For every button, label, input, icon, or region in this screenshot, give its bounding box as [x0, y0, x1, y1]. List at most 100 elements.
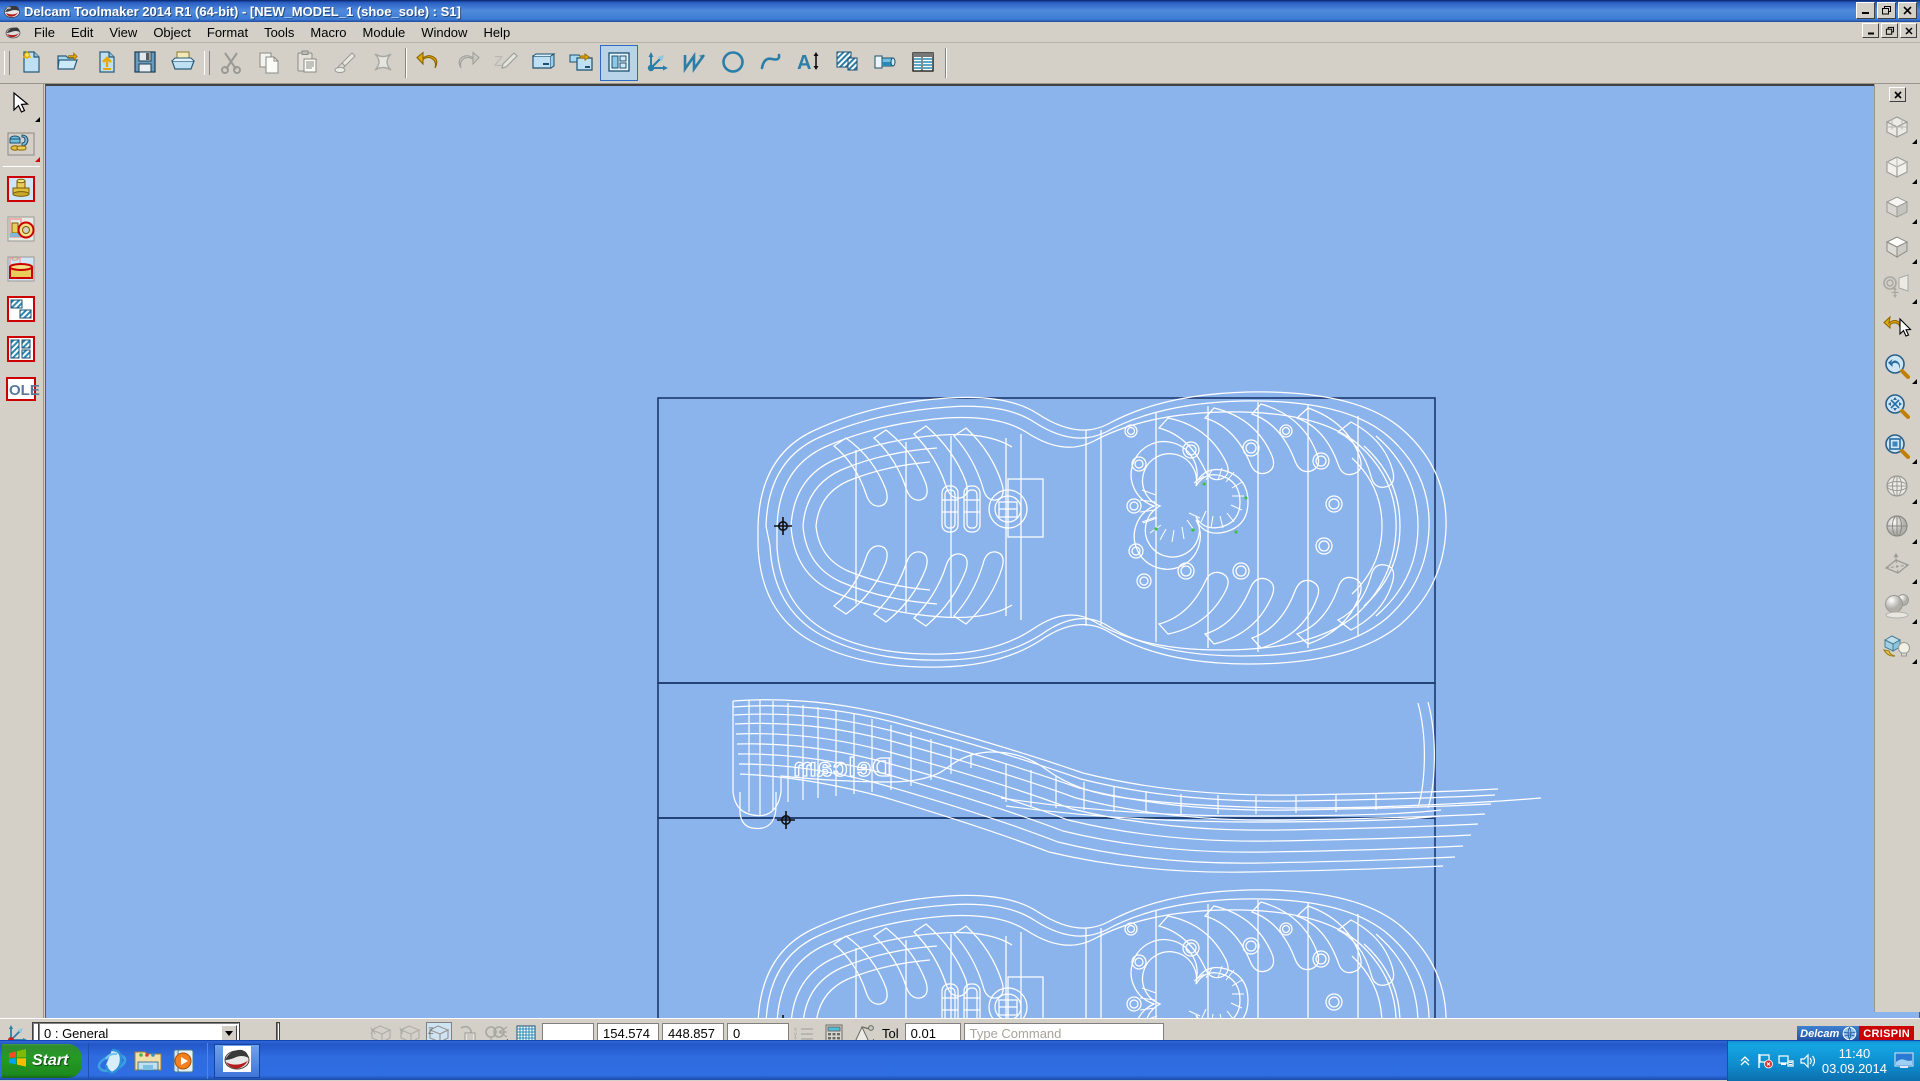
export-window-button[interactable] — [562, 45, 600, 81]
surface-button[interactable] — [828, 45, 866, 81]
menu-bar[interactable]: File Edit View Object Format Tools Macro… — [0, 22, 1920, 43]
start-button[interactable]: Start — [2, 1044, 82, 1078]
windows-taskbar[interactable]: Start — [0, 1040, 1920, 1080]
quicklaunch-internet-explorer[interactable] — [95, 1044, 129, 1078]
view-shaded-button[interactable] — [1875, 186, 1919, 226]
flyout-arrow-icon[interactable] — [35, 117, 40, 122]
show-desktop-icon[interactable] — [1894, 1052, 1914, 1070]
flyout-arrow-icon[interactable] — [1912, 299, 1917, 304]
restore-button[interactable] — [1877, 2, 1896, 19]
undo-button[interactable] — [410, 45, 448, 81]
mdi-restore-button[interactable] — [1881, 23, 1898, 38]
main-toolbar[interactable]: Z — [0, 43, 1920, 84]
circle-button[interactable] — [714, 45, 752, 81]
workplane-button[interactable] — [1875, 546, 1919, 586]
edit-feature-button[interactable] — [0, 124, 42, 164]
flyout-arrow-icon[interactable] — [1912, 619, 1917, 624]
zoom-window-button[interactable] — [1875, 426, 1919, 466]
save-button[interactable] — [126, 45, 164, 81]
drawing-canvas[interactable]: Delcam — [45, 84, 1920, 1048]
taskbar-clock[interactable]: 11:40 03.09.2014 — [1822, 1046, 1887, 1076]
menu-item-window[interactable]: Window — [413, 23, 475, 42]
menu-item-format[interactable]: Format — [199, 23, 256, 42]
lighting-button[interactable] — [1875, 626, 1919, 666]
axis-button[interactable] — [638, 45, 676, 81]
text-button[interactable]: A — [790, 45, 828, 81]
menu-item-edit[interactable]: Edit — [63, 23, 101, 42]
flyout-arrow-red-icon[interactable] — [35, 157, 40, 162]
mdi-window-controls[interactable] — [1862, 23, 1917, 38]
boss-feature-button[interactable] — [0, 169, 42, 209]
flyout-arrow-icon[interactable] — [1912, 219, 1917, 224]
delete-button[interactable] — [364, 45, 402, 81]
menu-item-module[interactable]: Module — [355, 23, 414, 42]
flyout-arrow-icon[interactable] — [1912, 579, 1917, 584]
left-toolbar[interactable]: OLE — [0, 84, 44, 1048]
mdi-close-button[interactable] — [1900, 23, 1917, 38]
view-iso2-button[interactable] — [1875, 146, 1919, 186]
system-tray[interactable]: 11:40 03.09.2014 — [1727, 1041, 1920, 1081]
quicklaunch-media-player[interactable] — [167, 1044, 201, 1078]
menu-item-object[interactable]: Object — [145, 23, 199, 42]
chevron-up-icon[interactable] — [1738, 1054, 1752, 1068]
format-painter-button[interactable] — [326, 45, 364, 81]
split-surface-button[interactable] — [0, 289, 42, 329]
mdi-minimize-button[interactable] — [1862, 23, 1879, 38]
minimize-button[interactable] — [1856, 2, 1875, 19]
shading-button[interactable] — [1875, 586, 1919, 626]
import-button[interactable] — [88, 45, 126, 81]
zoom-previous-button[interactable] — [1875, 346, 1919, 386]
menu-item-help[interactable]: Help — [475, 23, 518, 42]
tray-network-flag-icon[interactable] — [1759, 1054, 1773, 1068]
polyline-button[interactable] — [676, 45, 714, 81]
flyout-arrow-icon[interactable] — [1912, 539, 1917, 544]
right-toolbar[interactable] — [1874, 84, 1920, 1012]
flyout-arrow-icon[interactable] — [1912, 379, 1917, 384]
globe-view-button[interactable] — [1875, 466, 1919, 506]
zoom-fit-button[interactable] — [1875, 386, 1919, 426]
toolbar-grip-2[interactable] — [202, 45, 212, 81]
new-window-button[interactable] — [524, 45, 562, 81]
right-toolbar-close-button[interactable] — [1889, 87, 1906, 102]
ole-object-button[interactable]: OLE — [0, 369, 42, 409]
mould-split-button[interactable] — [0, 329, 42, 369]
menu-item-file[interactable]: File — [26, 23, 63, 42]
flyout-arrow-icon[interactable] — [1912, 659, 1917, 664]
open-file-button[interactable] — [50, 45, 88, 81]
taskbar-item-delcam-toolmaker[interactable] — [214, 1044, 260, 1078]
menu-item-tools[interactable]: Tools — [256, 23, 302, 42]
cylinder-feature-button[interactable] — [0, 249, 42, 289]
quick-launch-bar[interactable] — [88, 1043, 208, 1079]
view-iso1-button[interactable] — [1875, 106, 1919, 146]
menu-item-macro[interactable]: Macro — [302, 23, 354, 42]
spline-button[interactable] — [752, 45, 790, 81]
undo-view-button[interactable] — [1875, 306, 1919, 346]
flyout-arrow-icon[interactable] — [1912, 139, 1917, 144]
copy-button[interactable] — [250, 45, 288, 81]
paste-button[interactable] — [288, 45, 326, 81]
layout-button[interactable] — [600, 45, 638, 81]
tray-volume-icon[interactable] — [1801, 1054, 1815, 1068]
redo-button[interactable] — [448, 45, 486, 81]
window-controls[interactable] — [1856, 2, 1917, 19]
sphere-view-button[interactable] — [1875, 506, 1919, 546]
flyout-arrow-icon[interactable] — [1912, 459, 1917, 464]
solid-button[interactable] — [866, 45, 904, 81]
view-solid-button[interactable] — [1875, 226, 1919, 266]
flyout-arrow-icon[interactable] — [1912, 179, 1917, 184]
toolbar-grip[interactable] — [2, 45, 12, 81]
pocket-feature-button[interactable] — [0, 209, 42, 249]
tray-safely-remove-icon[interactable] — [1780, 1054, 1794, 1068]
table-button[interactable] — [904, 45, 942, 81]
camera-view-button[interactable] — [1875, 266, 1919, 306]
cut-button[interactable] — [212, 45, 250, 81]
flyout-arrow-icon[interactable] — [1912, 259, 1917, 264]
print-button[interactable] — [164, 45, 202, 81]
menu-item-view[interactable]: View — [101, 23, 145, 42]
quicklaunch-explorer[interactable] — [131, 1044, 165, 1078]
select-tool-button[interactable] — [0, 84, 42, 124]
annotate-button[interactable]: Z — [486, 45, 524, 81]
new-file-button[interactable] — [12, 45, 50, 81]
close-button[interactable] — [1898, 2, 1917, 19]
flyout-arrow-icon[interactable] — [1912, 499, 1917, 504]
